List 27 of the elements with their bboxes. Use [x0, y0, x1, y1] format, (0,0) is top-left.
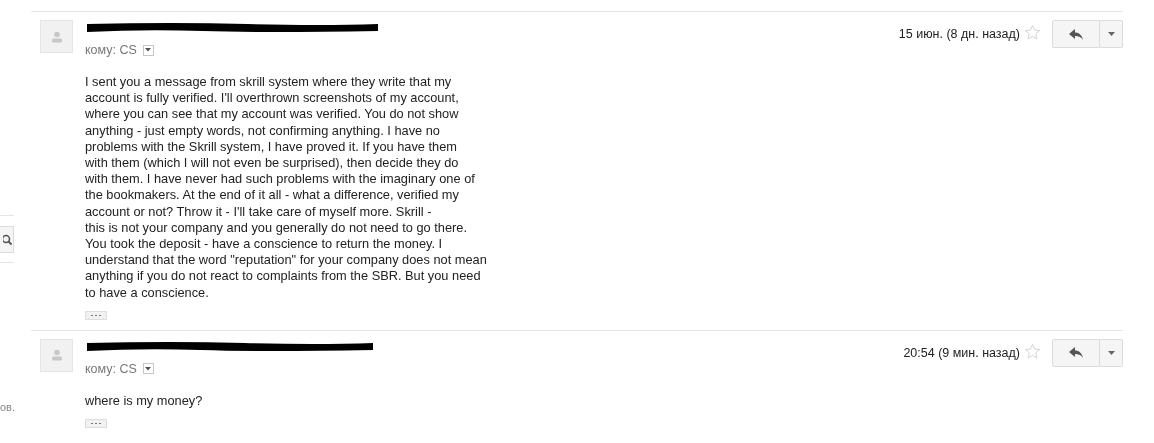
- caret-icon: [145, 48, 152, 52]
- reply-button[interactable]: [1052, 338, 1100, 367]
- recipient-label: кому: CS: [85, 43, 137, 57]
- search-icon: [3, 233, 13, 246]
- message-body: I sent you a message from skrill system where they write that my account is fully verified. I'll overthrown screenshots of my account, where you can see that my account was verified. You do not show anything - just empty words, not confirming anything. I have no problems with the Skrill system, I have proved it. If you have them with them (which I will not even be surprised), then decide they do with them. I have never had such problems with the imaginary one of the bookmakers. At the end of it all - what a difference, verified my account or not? Throw it - I'll take care of myself more. Skrill - this is not your company and you generally do not need to go there. You took the deposit - have a conscience to return the money. I understand that the word "reputation" for your company does not mean anything if you do not react to complaints from the SBR. But you need to have a conscience.: [85, 74, 488, 301]
- message-date: 20:54 (9 мин. назад): [903, 345, 1020, 360]
- person-icon: [50, 349, 63, 362]
- message-body: where is my money?: [85, 392, 204, 410]
- reply-icon: [1069, 347, 1083, 359]
- truncated-label: ов.: [0, 401, 17, 413]
- caret-icon: [1107, 350, 1115, 355]
- show-trimmed-button[interactable]: [85, 419, 107, 429]
- reply-button[interactable]: [1052, 20, 1100, 48]
- caret-icon: [1107, 32, 1115, 36]
- star-toggle[interactable]: [1024, 24, 1041, 41]
- details-dropdown[interactable]: [142, 44, 154, 56]
- person-icon: [50, 30, 63, 43]
- caret-icon: [145, 366, 152, 371]
- reply-icon: [1069, 28, 1083, 40]
- recipient-label: кому: CS: [85, 361, 137, 376]
- search-button[interactable]: [0, 226, 14, 253]
- star-toggle[interactable]: [1024, 342, 1041, 360]
- show-trimmed-button[interactable]: [85, 310, 107, 320]
- message-date: 15 июн. (8 дн. назад): [898, 27, 1020, 41]
- details-dropdown[interactable]: [142, 363, 154, 375]
- more-dropdown[interactable]: [1100, 20, 1123, 48]
- more-dropdown[interactable]: [1100, 338, 1123, 367]
